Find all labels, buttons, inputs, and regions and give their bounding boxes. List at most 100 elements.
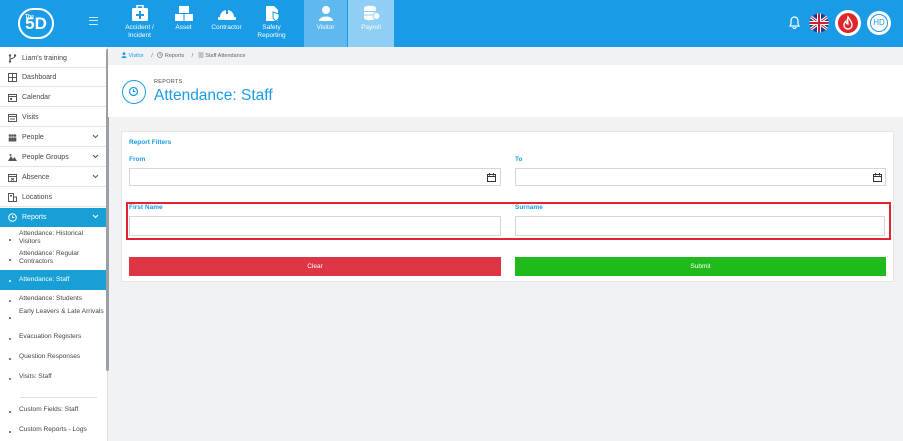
sidebar-subitem-label: Evacuation Registers (19, 333, 82, 340)
page-title: Attendance: Staff (154, 87, 273, 104)
module-safety-reporting[interactable]: Safety Reporting (250, 0, 293, 47)
sidebar-subitem-label: Custom Reports - Logs (19, 426, 87, 433)
sidebar-subitem-label: Attendance: Staff (19, 276, 70, 283)
first-aid-kit-icon (131, 5, 148, 21)
alert-button[interactable] (835, 10, 861, 36)
calendar-icon[interactable] (873, 173, 882, 182)
sidebar-subitem[interactable]: Visits: Staff (0, 373, 106, 383)
calendar-icon (8, 94, 17, 102)
module-payroll[interactable]: Payroll (348, 0, 394, 47)
sidebar-item-people-groups[interactable]: People Groups (0, 148, 106, 167)
sidebar-subitem[interactable]: Custom Fields: Staff (0, 406, 106, 416)
page-header: REPORTS Attendance: Staff (108, 65, 903, 117)
branch-icon (8, 54, 17, 63)
sidebar-subitem-label: Attendance: Students (19, 295, 83, 302)
to-label: To (515, 156, 523, 163)
people-icon (8, 134, 17, 142)
coins-icon (364, 5, 381, 21)
module-accident[interactable]: Accident / Incident (118, 0, 161, 47)
module-label: Asset (175, 24, 192, 31)
boxes-icon (174, 6, 193, 21)
sidebar-subitem-label: Early Leavers & Late Arrivals (19, 308, 104, 315)
safety-document-icon (265, 6, 279, 22)
notification-bell-icon[interactable] (789, 16, 800, 29)
breadcrumb: Visitor / Reports / Staff Attendance (108, 47, 903, 65)
module-asset[interactable]: Asset (162, 0, 205, 47)
breadcrumb-staff-attendance: Staff Attendance (198, 52, 249, 59)
top-navbar: The 5D Accident / Incident Asset Contrac… (0, 0, 903, 47)
sidebar-item-reports[interactable]: Reports (0, 208, 106, 227)
person-icon (318, 6, 333, 21)
sidebar: Liam's training Dashboard Calendar Visit… (0, 47, 108, 441)
sidebar-subitem[interactable]: Question Responses (0, 353, 106, 363)
sidebar-item-label: Dashboard (22, 74, 57, 81)
sidebar-item-label: Absence (22, 174, 50, 181)
user-initials: HD (870, 14, 888, 32)
locations-icon (8, 193, 17, 202)
dashboard-icon (8, 73, 17, 82)
sidebar-item-label: People (22, 134, 44, 141)
sidebar-item-label: Reports (22, 214, 47, 221)
page-eyebrow: REPORTS (154, 79, 183, 85)
menu-toggle-icon[interactable] (89, 17, 98, 25)
sidebar-item-label: Visits (22, 114, 39, 121)
logo-small-text: The (25, 14, 34, 20)
breadcrumb-reports[interactable]: Reports (157, 52, 188, 59)
module-label: Contractor (211, 24, 242, 31)
module-label: Safety Reporting (257, 24, 286, 39)
sidebar-subitem[interactable]: Early Leavers & Late Arrivals (0, 308, 106, 326)
calendar-icon[interactable] (487, 173, 496, 182)
person-icon (121, 52, 127, 58)
highlight-box (126, 202, 891, 240)
module-label: Payroll (361, 24, 381, 31)
sidebar-subitem[interactable]: Evacuation Registers (0, 333, 106, 343)
absence-icon (8, 174, 17, 182)
module-visitor[interactable]: Visitor (304, 0, 347, 47)
sidebar-subitem[interactable]: Attendance: Regular Contractors (0, 250, 106, 268)
sidebar-subitem-label: Attendance: Regular Contractors (19, 250, 80, 265)
chevron-down-icon (92, 134, 99, 139)
sidebar-item-label: Locations (22, 194, 52, 201)
clock-glyph (128, 86, 139, 97)
visits-icon (8, 114, 17, 122)
uk-flag-icon[interactable] (809, 13, 829, 33)
brand-area: The 5D (0, 0, 107, 47)
module-label: Visitor (316, 24, 335, 31)
sidebar-subitem-label: Attendance: Historical Visitors (19, 230, 84, 245)
sidebar-item-people[interactable]: People (0, 128, 106, 147)
sidebar-item-site[interactable]: Liam's training (0, 49, 106, 68)
list-icon (198, 52, 204, 58)
user-avatar[interactable]: HD (867, 11, 891, 35)
fire-alert-icon (838, 13, 858, 33)
clear-button[interactable]: Clear (129, 257, 501, 276)
breadcrumb-label: Staff Attendance (205, 53, 246, 59)
chevron-down-icon (92, 154, 99, 159)
report-filters-heading: Report Filters (129, 139, 172, 146)
app-logo[interactable]: The 5D (18, 8, 54, 39)
to-date-input[interactable] (515, 168, 886, 186)
sidebar-item-visits[interactable]: Visits (0, 108, 106, 127)
clock-icon (157, 52, 164, 58)
sidebar-item-absence[interactable]: Absence (0, 168, 106, 187)
breadcrumb-visitor[interactable]: Visitor (121, 52, 148, 59)
sidebar-subitem-label: Custom Fields: Staff (19, 406, 79, 413)
from-label: From (129, 156, 146, 163)
sidebar-item-locations[interactable]: Locations (0, 188, 106, 207)
breadcrumb-label: Visitor (128, 53, 144, 59)
sidebar-subitem[interactable]: Attendance: Students (0, 295, 106, 305)
sidebar-subitem-active[interactable]: Attendance: Staff (0, 270, 106, 290)
from-date-input[interactable] (129, 168, 501, 186)
sidebar-item-label: Liam's training (22, 55, 67, 62)
sidebar-item-dashboard[interactable]: Dashboard (0, 68, 106, 87)
submit-button[interactable]: Submit (515, 257, 886, 276)
sidebar-divider (20, 397, 97, 398)
module-contractor[interactable]: Contractor (205, 0, 248, 47)
sidebar-subitem[interactable]: Attendance: Historical Visitors (0, 230, 106, 248)
hard-hat-icon (217, 8, 236, 20)
sidebar-subitem[interactable]: Custom Reports - Logs (0, 426, 106, 436)
sidebar-item-calendar[interactable]: Calendar (0, 88, 106, 107)
module-label: Accident / Incident (125, 24, 154, 39)
reports-clock-icon (122, 80, 146, 104)
chevron-down-icon (92, 214, 99, 219)
people-groups-icon (8, 154, 17, 161)
